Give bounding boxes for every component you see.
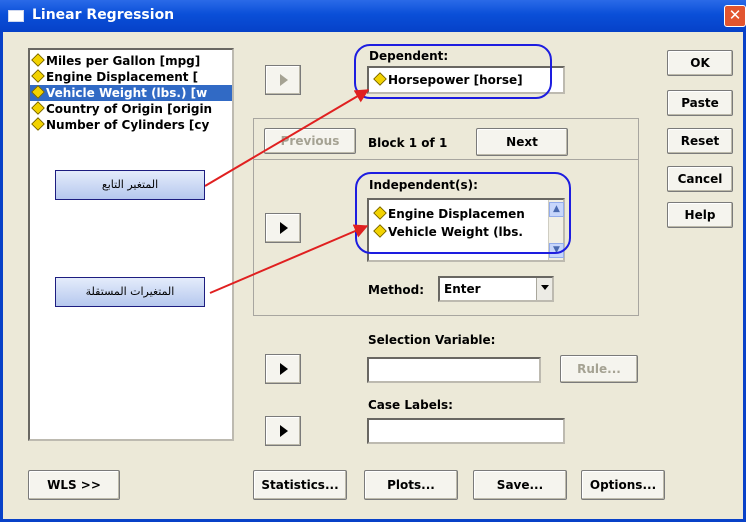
title-bar: Linear Regression ✕ xyxy=(0,0,746,32)
move-to-dependent-button[interactable] xyxy=(265,65,301,95)
paste-button[interactable]: Paste xyxy=(667,90,733,116)
variable-icon xyxy=(31,69,45,83)
previous-block-button[interactable]: Previous xyxy=(264,128,356,154)
chevron-down-icon[interactable] xyxy=(536,278,552,300)
rule-button[interactable]: Rule... xyxy=(560,355,638,383)
independent-highlight-oval xyxy=(355,172,571,254)
right-arrow-icon xyxy=(280,222,288,234)
statistics-button[interactable]: Statistics... xyxy=(253,470,347,500)
method-select[interactable]: Enter xyxy=(438,276,554,302)
cancel-button[interactable]: Cancel xyxy=(667,166,733,192)
variable-list-item[interactable]: Miles per Gallon [mpg] xyxy=(30,53,232,69)
variable-list-item[interactable]: Country of Origin [origin xyxy=(30,101,232,117)
move-to-independent-button[interactable] xyxy=(265,213,301,243)
variable-label: Miles per Gallon [mpg] xyxy=(46,54,201,68)
save-button[interactable]: Save... xyxy=(473,470,567,500)
block-indicator: Block 1 of 1 xyxy=(368,136,448,150)
move-to-case-labels-button[interactable] xyxy=(265,416,301,446)
independent-annotation: المتغيرات المستقلة xyxy=(55,277,205,307)
right-arrow-icon xyxy=(280,425,288,437)
close-icon: ✕ xyxy=(728,6,742,24)
variable-label: Country of Origin [origin xyxy=(46,102,213,116)
variable-label: Vehicle Weight (lbs.) [w xyxy=(46,86,208,100)
selection-variable-label: Selection Variable: xyxy=(368,333,496,347)
options-button[interactable]: Options... xyxy=(581,470,665,500)
variable-list-item[interactable]: Engine Displacement [ xyxy=(30,69,232,85)
right-arrow-icon xyxy=(280,74,288,86)
method-value: Enter xyxy=(444,282,481,296)
method-label: Method: xyxy=(368,283,424,297)
variable-icon xyxy=(31,85,45,99)
dependent-annotation: المتغير التابع xyxy=(55,170,205,200)
variable-list-item[interactable]: Vehicle Weight (lbs.) [w xyxy=(30,85,232,101)
variable-label: Number of Cylinders [cy xyxy=(46,118,210,132)
wls-button[interactable]: WLS >> xyxy=(28,470,120,500)
close-button[interactable]: ✕ xyxy=(724,5,746,27)
reset-button[interactable]: Reset xyxy=(667,128,733,154)
move-to-selection-button[interactable] xyxy=(265,354,301,384)
variable-icon xyxy=(31,101,45,115)
next-block-button[interactable]: Next xyxy=(476,128,568,156)
help-button[interactable]: Help xyxy=(667,202,733,228)
block-divider xyxy=(253,159,639,160)
window-icon xyxy=(8,10,24,22)
right-arrow-icon xyxy=(280,363,288,375)
case-labels-field[interactable] xyxy=(367,418,565,444)
dependent-highlight-oval xyxy=(354,44,552,99)
case-labels-label: Case Labels: xyxy=(368,398,453,412)
variable-icon xyxy=(31,53,45,67)
variable-list-item[interactable]: Number of Cylinders [cy xyxy=(30,117,232,133)
window-title: Linear Regression xyxy=(32,7,175,23)
selection-variable-field[interactable] xyxy=(367,357,541,383)
variable-label: Engine Displacement [ xyxy=(46,70,199,84)
ok-button[interactable]: OK xyxy=(667,50,733,76)
variable-list[interactable]: Miles per Gallon [mpg] Engine Displacemen… xyxy=(28,48,234,441)
plots-button[interactable]: Plots... xyxy=(364,470,458,500)
variable-icon xyxy=(31,117,45,131)
